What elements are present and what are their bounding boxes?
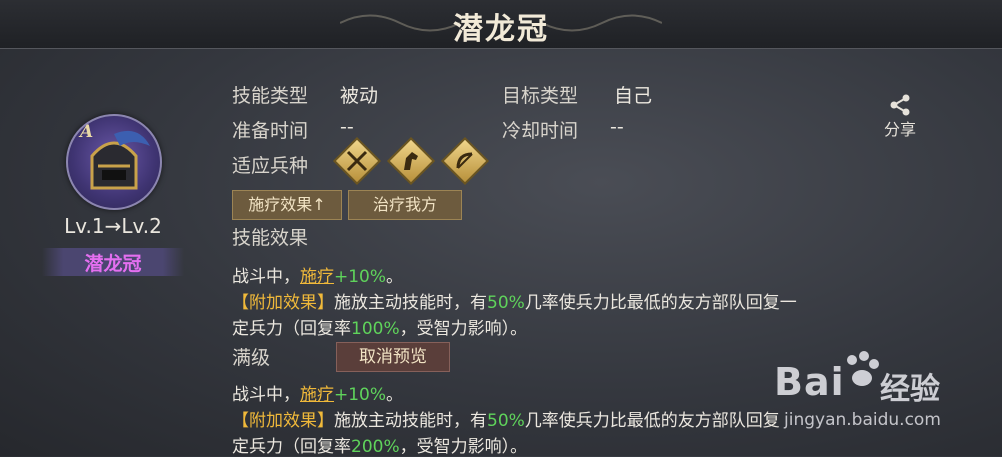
prep-time-value: -- bbox=[340, 116, 354, 138]
bow-icon bbox=[440, 136, 490, 186]
horse-icon bbox=[386, 136, 436, 186]
watermark-logo: Bai bbox=[774, 360, 845, 404]
share-icon[interactable] bbox=[887, 92, 913, 118]
cooldown-label: 冷却时间 bbox=[502, 120, 579, 142]
shield-sword-icon bbox=[332, 136, 382, 186]
max-line-1: 战斗中，施疗+10%。 bbox=[232, 385, 404, 405]
troop-label: 适应兵种 bbox=[232, 155, 309, 177]
heal-link-max[interactable]: 施疗 bbox=[300, 385, 334, 405]
effect-line-1: 战斗中，施疗+10%。 bbox=[232, 267, 404, 287]
level-text: Lv.1→Lv.2 bbox=[64, 214, 162, 238]
tag-heal-boost: 施疗效果↑ bbox=[232, 190, 342, 220]
watermark-logo-text: 经验 bbox=[880, 372, 940, 407]
share-label[interactable]: 分享 bbox=[872, 116, 928, 140]
paw-icon bbox=[847, 351, 879, 386]
page-title: 潜龙冠 bbox=[453, 12, 549, 47]
skill-name: 潜龙冠 bbox=[84, 253, 142, 275]
max-line-3: 定兵力（回复率200%，受智力影响）。 bbox=[232, 437, 528, 457]
prep-time-label: 准备时间 bbox=[232, 120, 309, 142]
effect-line-3: 定兵力（回复率100%，受智力影响）。 bbox=[232, 319, 528, 339]
watermark-url: jingyan.baidu.com bbox=[784, 410, 941, 430]
tag-heal-ally: 治疗我方 bbox=[348, 190, 462, 220]
max-level-label: 满级 bbox=[232, 347, 271, 369]
effect-line-2: 【附加效果】施放主动技能时，有50%几率使兵力比最低的友方部队回复一 bbox=[232, 293, 797, 313]
effect-title: 技能效果 bbox=[232, 227, 309, 249]
heal-link[interactable]: 施疗 bbox=[300, 267, 334, 287]
target-type-value: 自己 bbox=[614, 85, 653, 107]
max-line-2: 【附加效果】施放主动技能时，有50%几率使兵力比最低的友方部队回复 bbox=[232, 411, 780, 431]
cancel-preview-button[interactable]: 取消预览 bbox=[336, 342, 450, 372]
skill-type-label: 技能类型 bbox=[232, 85, 309, 107]
title-bar: 潜龙冠 bbox=[0, 0, 1002, 49]
target-type-label: 目标类型 bbox=[502, 85, 579, 107]
cooldown-value: -- bbox=[610, 116, 624, 138]
skill-type-value: 被动 bbox=[340, 85, 379, 107]
rank-badge: A bbox=[80, 122, 94, 142]
